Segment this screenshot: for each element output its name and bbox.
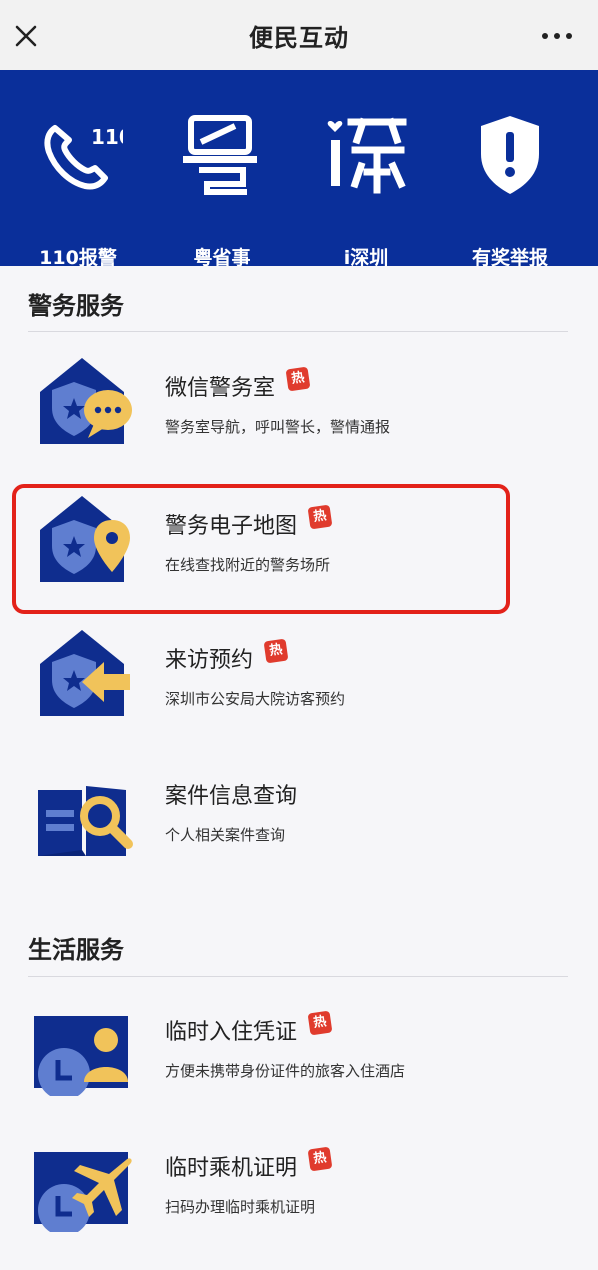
quick-action-110[interactable]: 110 110报警 <box>8 110 148 269</box>
quick-actions-banner: 110 110报警 粤省事 i深圳 有奖举报 <box>0 70 598 269</box>
temp-boarding-icon <box>34 1152 132 1232</box>
service-desc: 深圳市公安局大院访客预约 <box>165 690 346 708</box>
yue-sheng-shi-icon <box>183 115 257 195</box>
quick-action-i-shenzhen[interactable]: i深圳 <box>296 110 436 269</box>
title-bar: 便民互动 <box>0 0 598 70</box>
service-desc: 在线查找附近的警务场所 <box>165 556 331 574</box>
quick-action-label: 110报警 <box>39 247 117 269</box>
service-desc: 警务室导航，呼叫警长，警情通报 <box>165 418 391 436</box>
service-name: 临时入住凭证热 <box>165 1010 333 1046</box>
visit-appointment-icon <box>40 630 130 716</box>
hot-badge: 热 <box>285 366 311 392</box>
police-map-icon <box>40 496 130 582</box>
temp-checkin-icon <box>34 1016 128 1096</box>
hot-badge: 热 <box>307 1010 333 1036</box>
section-divider <box>28 976 568 977</box>
service-item-visit-appointment[interactable]: 来访预约热 深圳市公安局大院访客预约 <box>20 612 560 732</box>
service-desc: 扫码办理临时乘机证明 <box>165 1198 316 1216</box>
shield-report-icon <box>481 116 539 194</box>
phone-110-icon: 110 <box>44 125 123 190</box>
service-name: 微信警务室热 <box>165 366 311 402</box>
quick-action-label: i深圳 <box>343 247 389 269</box>
quick-action-yue-sheng-shi[interactable]: 粤省事 <box>152 110 292 269</box>
svg-text:110: 110 <box>91 125 123 149</box>
service-name: 来访预约热 <box>165 638 289 674</box>
hot-badge: 热 <box>307 1146 333 1172</box>
section-title-life-services: 生活服务 <box>28 936 124 964</box>
service-item-temp-checkin[interactable]: 临时入住凭证热 方便未携带身份证件的旅客入住酒店 <box>20 984 560 1104</box>
service-desc: 个人相关案件查询 <box>165 826 286 844</box>
more-icon[interactable] <box>540 22 574 50</box>
i-shenzhen-icon <box>327 117 407 194</box>
service-item-wechat-police-room[interactable]: 微信警务室热 警务室导航，呼叫警长，警情通报 <box>20 340 560 460</box>
quick-action-label: 粤省事 <box>193 247 251 269</box>
police-chat-icon <box>40 358 132 444</box>
service-name: 案件信息查询 <box>165 784 298 809</box>
hot-badge: 热 <box>307 504 333 530</box>
service-item-police-map[interactable]: 警务电子地图热 在线查找附近的警务场所 <box>20 478 560 598</box>
hot-badge: 热 <box>263 638 289 664</box>
service-desc: 方便未携带身份证件的旅客入住酒店 <box>165 1062 406 1080</box>
quick-action-report[interactable]: 有奖举报 <box>440 110 580 269</box>
page-title: 便民互动 <box>249 24 349 52</box>
service-name: 临时乘机证明热 <box>165 1146 333 1182</box>
case-search-icon <box>38 786 133 856</box>
service-item-temp-boarding[interactable]: 临时乘机证明热 扫码办理临时乘机证明 <box>20 1120 560 1240</box>
quick-action-label: 有奖举报 <box>471 247 548 269</box>
section-title-police-services: 警务服务 <box>28 292 124 320</box>
service-item-case-search[interactable]: 案件信息查询 个人相关案件查询 <box>20 748 560 868</box>
section-divider <box>28 331 568 332</box>
service-name: 警务电子地图热 <box>165 504 333 540</box>
